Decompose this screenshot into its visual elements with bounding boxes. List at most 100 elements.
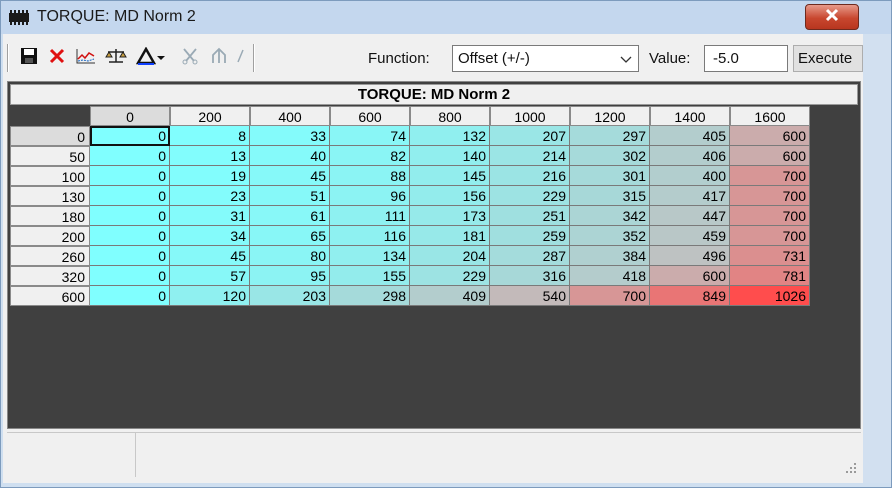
table-cell[interactable]: 700 <box>570 286 650 306</box>
row-header[interactable]: 130 <box>10 186 90 206</box>
column-header[interactable]: 800 <box>410 106 490 126</box>
table-cell[interactable]: 229 <box>490 186 570 206</box>
table-cell[interactable]: 132 <box>410 126 490 146</box>
table-cell[interactable]: 116 <box>330 226 410 246</box>
table-cell[interactable]: 207 <box>490 126 570 146</box>
table-cell[interactable]: 96 <box>330 186 410 206</box>
table-cell[interactable]: 301 <box>570 166 650 186</box>
row-header[interactable]: 0 <box>10 126 90 146</box>
table-cell[interactable]: 0 <box>90 166 170 186</box>
scale-button[interactable] <box>103 46 129 70</box>
table-cell[interactable]: 417 <box>650 186 730 206</box>
table-cell[interactable]: 400 <box>650 166 730 186</box>
table-cell[interactable]: 173 <box>410 206 490 226</box>
slash-button[interactable] <box>231 46 249 70</box>
table-cell[interactable]: 57 <box>170 266 250 286</box>
table-cell[interactable]: 315 <box>570 186 650 206</box>
table-cell[interactable]: 316 <box>490 266 570 286</box>
close-button[interactable] <box>805 4 859 30</box>
table-cell[interactable]: 34 <box>170 226 250 246</box>
table-cell[interactable]: 302 <box>570 146 650 166</box>
table-cell[interactable]: 700 <box>730 226 810 246</box>
table-cell[interactable]: 13 <box>170 146 250 166</box>
row-header[interactable]: 260 <box>10 246 90 266</box>
table-cell[interactable]: 540 <box>490 286 570 306</box>
table-cell[interactable]: 88 <box>330 166 410 186</box>
table-cell[interactable]: 406 <box>650 146 730 166</box>
row-header[interactable]: 200 <box>10 226 90 246</box>
table-cell[interactable]: 95 <box>250 266 330 286</box>
table-cell[interactable]: 447 <box>650 206 730 226</box>
column-header[interactable]: 0 <box>90 106 170 126</box>
split-button[interactable] <box>206 46 232 70</box>
table-cell[interactable]: 298 <box>330 286 410 306</box>
table-cell[interactable]: 1026 <box>730 286 810 306</box>
table-cell[interactable]: 459 <box>650 226 730 246</box>
row-header[interactable]: 180 <box>10 206 90 226</box>
table-cell[interactable]: 849 <box>650 286 730 306</box>
value-input[interactable]: -5.0 <box>704 45 788 72</box>
table-cell[interactable]: 496 <box>650 246 730 266</box>
table-cell[interactable]: 140 <box>410 146 490 166</box>
table-cell[interactable]: 0 <box>90 286 170 306</box>
table-cell[interactable]: 0 <box>90 146 170 166</box>
table-cell[interactable]: 409 <box>410 286 490 306</box>
table-cell[interactable]: 297 <box>570 126 650 146</box>
table-cell[interactable]: 82 <box>330 146 410 166</box>
table-cell[interactable]: 251 <box>490 206 570 226</box>
table-cell[interactable]: 0 <box>90 126 170 146</box>
row-header[interactable]: 100 <box>10 166 90 186</box>
table-cell[interactable]: 51 <box>250 186 330 206</box>
table-cell[interactable]: 405 <box>650 126 730 146</box>
table-cell[interactable]: 700 <box>730 186 810 206</box>
table-cell[interactable]: 342 <box>570 206 650 226</box>
table-cell[interactable]: 700 <box>730 166 810 186</box>
table-cell[interactable]: 0 <box>90 186 170 206</box>
table-cell[interactable]: 214 <box>490 146 570 166</box>
table-cell[interactable]: 40 <box>250 146 330 166</box>
table-cell[interactable]: 45 <box>250 166 330 186</box>
table-cell[interactable]: 0 <box>90 246 170 266</box>
table-cell[interactable]: 0 <box>90 206 170 226</box>
table-cell[interactable]: 31 <box>170 206 250 226</box>
delta-menu-button[interactable] <box>133 45 169 70</box>
table-cell[interactable]: 8 <box>170 126 250 146</box>
column-header[interactable]: 1600 <box>730 106 810 126</box>
table-cell[interactable]: 80 <box>250 246 330 266</box>
table-cell[interactable]: 731 <box>730 246 810 266</box>
table-cell[interactable]: 384 <box>570 246 650 266</box>
table-cell[interactable]: 204 <box>410 246 490 266</box>
execute-button[interactable]: Execute <box>793 45 863 72</box>
table-cell[interactable]: 287 <box>490 246 570 266</box>
table-cell[interactable]: 0 <box>90 226 170 246</box>
column-header[interactable]: 400 <box>250 106 330 126</box>
table-cell[interactable]: 181 <box>410 226 490 246</box>
table-cell[interactable]: 259 <box>490 226 570 246</box>
table-cell[interactable]: 156 <box>410 186 490 206</box>
table-cell[interactable]: 111 <box>330 206 410 226</box>
table-cell[interactable]: 74 <box>330 126 410 146</box>
table-cell[interactable]: 229 <box>410 266 490 286</box>
table-cell[interactable]: 203 <box>250 286 330 306</box>
table-cell[interactable]: 155 <box>330 266 410 286</box>
table-cell[interactable]: 600 <box>650 266 730 286</box>
table-cell[interactable]: 781 <box>730 266 810 286</box>
table-cell[interactable]: 134 <box>330 246 410 266</box>
table-cell[interactable]: 600 <box>730 126 810 146</box>
function-select[interactable]: Offset (+/-) <box>452 45 639 72</box>
column-header[interactable]: 1400 <box>650 106 730 126</box>
table-cell[interactable]: 700 <box>730 206 810 226</box>
table-cell[interactable]: 145 <box>410 166 490 186</box>
cut-button[interactable] <box>177 46 203 70</box>
table-cell[interactable]: 33 <box>250 126 330 146</box>
column-header[interactable]: 1200 <box>570 106 650 126</box>
title-bar[interactable]: TORQUE: MD Norm 2 <box>1 1 891 34</box>
table-cell[interactable]: 19 <box>170 166 250 186</box>
table-cell[interactable]: 65 <box>250 226 330 246</box>
table-cell[interactable]: 0 <box>90 266 170 286</box>
save-button[interactable] <box>16 46 42 70</box>
table-cell[interactable]: 61 <box>250 206 330 226</box>
table-cell[interactable]: 600 <box>730 146 810 166</box>
table-cell[interactable]: 352 <box>570 226 650 246</box>
graph-button[interactable] <box>73 46 99 70</box>
